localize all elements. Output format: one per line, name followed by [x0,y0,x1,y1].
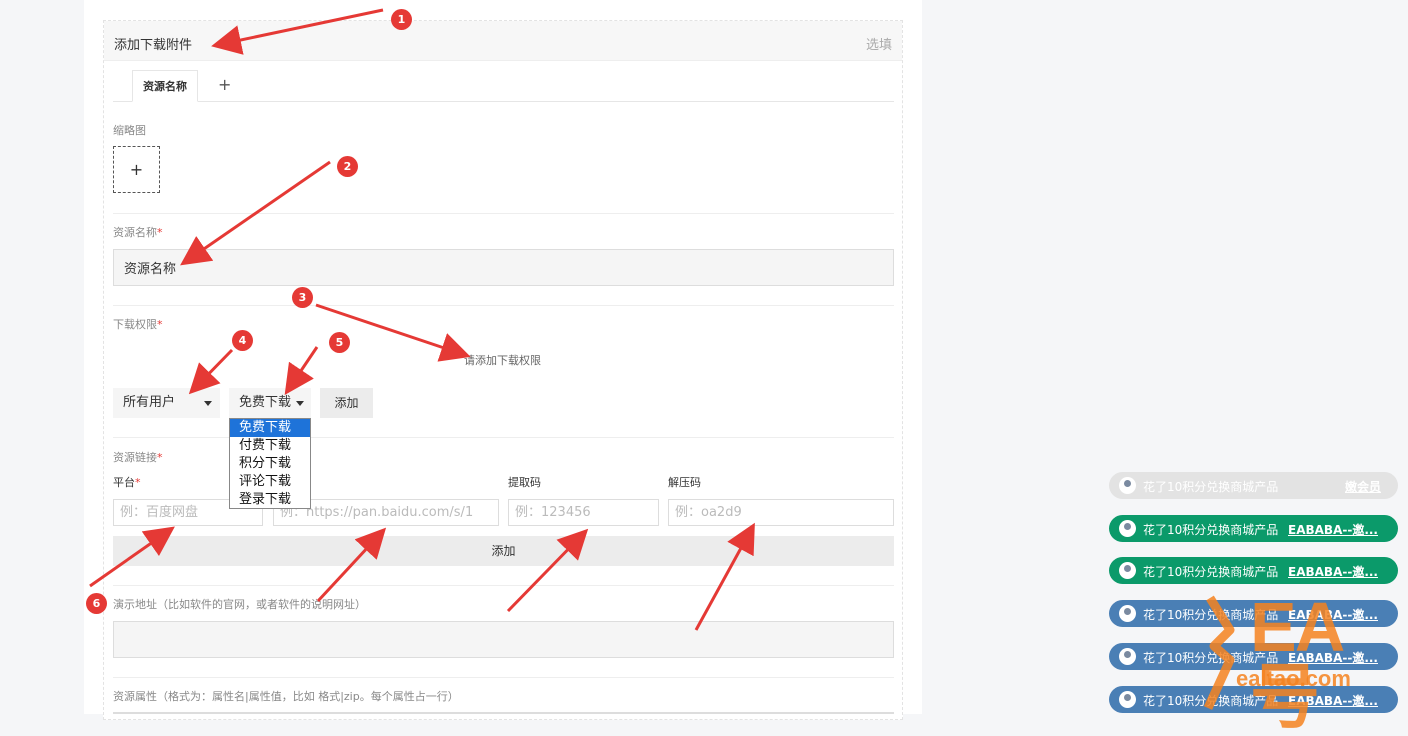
annotation-arrow [316,527,387,603]
avatar [1119,648,1136,665]
notification-message: 花了10积分兑换商城产品 [1143,565,1279,579]
avatar [1119,605,1136,622]
annotation-arrow [694,522,755,631]
notification-toast: 花了10积分兑换商城产品 EABABA--邀... [1109,515,1398,542]
avatar [1119,520,1136,537]
annotation-badge-3: 3 [292,287,313,308]
notification-user-link[interactable]: 嫩会员 [1345,478,1385,495]
annotation-badge-5: 5 [329,332,350,353]
avatar [1119,691,1136,708]
watermark-domain: ealtao.com [1236,666,1351,691]
annotation-arrow [180,160,331,266]
notification-user-link[interactable]: EABABA--邀... [1288,563,1384,580]
watermark-text: EA号 [1250,588,1345,736]
annotation-arrow [188,348,234,395]
annotation-arrow [211,8,384,55]
notification-message: 花了10积分兑换商城产品 [1143,480,1279,494]
annotation-arrow [506,528,589,613]
annotation-badge-4: 4 [232,330,253,351]
avatar [1119,562,1136,579]
notification-message: 花了10积分兑换商城产品 [1143,523,1279,537]
notification-user-link[interactable]: EABABA--邀... [1288,521,1384,538]
annotation-badge-6: 6 [86,593,107,614]
notification-toast: 花了10积分兑换商城产品 嫩会员 [1109,472,1398,499]
notification-toast: 花了10积分兑换商城产品 EABABA--邀... [1109,557,1398,584]
annotation-arrow [89,526,175,588]
avatar [1119,477,1136,494]
annotation-arrow [284,346,319,395]
annotation-badge-1: 1 [391,9,412,30]
annotation-badge-2: 2 [337,156,358,177]
